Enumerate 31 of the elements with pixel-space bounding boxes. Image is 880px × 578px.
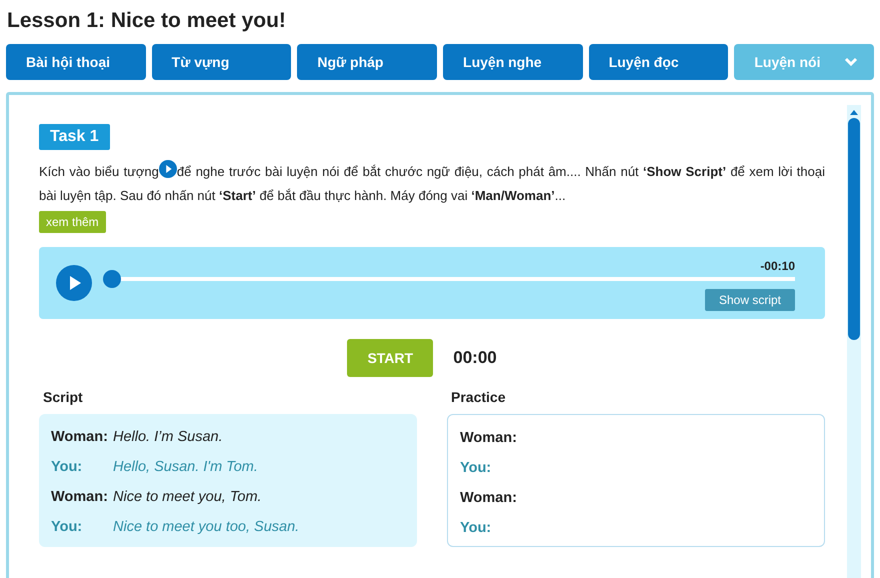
speaker-label: You: [460, 520, 492, 536]
dialogue-line: Nice to meet you too, Susan. [113, 519, 300, 535]
instruction-text: Kích vào biểu tượng để nghe trước bài luyện nói để bắt chước ngữ điệu, cách phát âm.... Nhấn nút ‘Show Script’ để xem lời thoại bài luyện tập. Sau đó nhấn nút ‘Start’ để bắt đầu thực hành. Máy đóng vai ‘Man/Woman’... [39, 160, 825, 208]
dialogue-line: Nice to meet you, Tom. [113, 489, 262, 505]
tab[interactable]: Bài hội thoại [6, 44, 146, 80]
lesson-title: Lesson 1: Nice to meet you! [6, 8, 287, 34]
speaker-label: You: [51, 519, 84, 535]
scrollbar[interactable] [847, 105, 861, 578]
task-label: Task 1 [39, 124, 110, 150]
scrollbar-thumb[interactable] [848, 118, 860, 340]
script-heading: Script [42, 389, 84, 405]
tab[interactable]: Luyện nghe [443, 44, 583, 80]
dialogue-line: Hello, Susan. I'm Tom. [113, 459, 258, 475]
play-icon [158, 160, 177, 178]
timer: 00:00 [453, 348, 497, 368]
tab[interactable]: Từ vựng [152, 44, 292, 80]
speaker-label: You: [460, 460, 492, 476]
practice-heading: Practice [450, 389, 506, 405]
speaker-label: Woman: [460, 430, 518, 446]
dialogue-line: Hello. I’m Susan. [113, 429, 223, 445]
speaker-label: Woman: [51, 489, 109, 505]
chevron-down-icon [844, 57, 858, 67]
time-remaining: -00:10 [760, 259, 795, 273]
speaker-label: You: [51, 459, 84, 475]
show-script-button[interactable]: Show script [704, 289, 795, 311]
tab[interactable]: Luyện đọc [588, 44, 728, 80]
speaker-label: Woman: [460, 490, 518, 506]
play-button[interactable] [56, 265, 92, 301]
scroll-up-icon[interactable] [849, 109, 859, 115]
speaker-label: Woman: [51, 429, 109, 445]
tab[interactable]: Ngữ pháp [297, 44, 438, 80]
